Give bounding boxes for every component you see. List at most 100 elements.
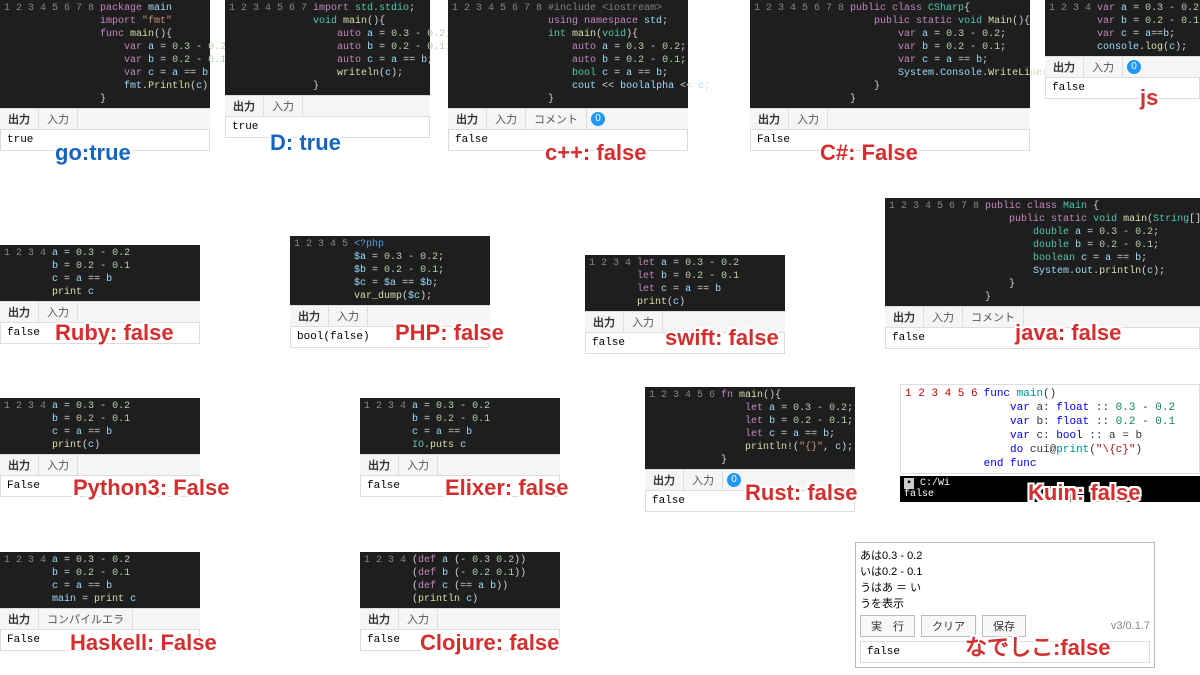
code-editor: 1 2 3 4var a = 0.3 - 0.2; var b = 0.2 - …	[1045, 0, 1200, 56]
result-label-elixir: Elixer: false	[445, 475, 569, 501]
result-label-d: D: true	[270, 130, 341, 156]
comment-badge: 0	[727, 473, 741, 487]
code-panel-go: 1 2 3 4 5 6 7 8package main import "fmt"…	[0, 0, 210, 151]
tab-in[interactable]: 入力	[39, 302, 78, 322]
tab-out[interactable]: 出力	[585, 312, 624, 332]
source-code: a = 0.3 - 0.2 b = 0.2 - 0.1 c = a == b I…	[412, 400, 496, 452]
version-label: v3/0.1.7	[1111, 620, 1150, 632]
output-tabs: 出力入力	[750, 108, 1030, 129]
tab-out[interactable]: 出力	[0, 609, 39, 629]
source-code[interactable]: あは0.3 - 0.2 いは0.2 - 0.1 うはあ ＝ い うを表示	[860, 547, 1150, 611]
tab-out[interactable]: 出力	[750, 109, 789, 129]
line-gutter: 1 2 3 4	[0, 400, 52, 452]
code-editor: 1 2 3 4a = 0.3 - 0.2 b = 0.2 - 0.1 c = a…	[0, 398, 200, 454]
source-code: fn main(){ let a = 0.3 - 0.2; let b = 0.…	[721, 389, 859, 467]
line-gutter: 1 2 3 4 5 6	[645, 389, 721, 467]
line-gutter: 1 2 3 4 5 6 7 8	[448, 2, 548, 106]
result-label-php: PHP: false	[395, 320, 504, 346]
tab-out[interactable]: 出力	[225, 96, 264, 116]
tab-in[interactable]: 入力	[39, 455, 78, 475]
result-label-nadesiko: なでしこ:false	[965, 630, 1110, 662]
line-gutter: 1 2 3 4	[1045, 2, 1097, 54]
code-editor: 1 2 3 4 5 6 7 8public class CSharp{ publ…	[750, 0, 1030, 108]
source-code: public class Main { public static void m…	[985, 200, 1200, 304]
output-tabs: 出力入力コメント 0	[448, 108, 688, 129]
line-gutter: 1 2 3 4 5 6 7 8	[885, 200, 985, 304]
tab-out[interactable]: 出力	[360, 609, 399, 629]
tab-in[interactable]: 入力	[924, 307, 963, 327]
output-tabs: 出力入力	[0, 454, 200, 475]
tab-in[interactable]: 入力	[789, 109, 828, 129]
source-code: import std.stdio; void main(){ auto a = …	[313, 2, 457, 93]
tab-in[interactable]: 入力	[329, 306, 368, 326]
code-editor: 1 2 3 4(def a (- 0.3 0.2)) (def b (- 0.2…	[360, 552, 560, 608]
tab-out[interactable]: 出力	[448, 109, 487, 129]
tab-in[interactable]: 入力	[487, 109, 526, 129]
comment-badge: 0	[591, 112, 605, 126]
line-gutter: 1 2 3 4 5 6 7 8	[750, 2, 850, 106]
source-code: #include <iostream> using namespace std;…	[548, 2, 716, 106]
tab-out[interactable]: 出力	[360, 455, 399, 475]
result-label-ruby: Ruby: false	[55, 320, 174, 346]
result-label-haskell: Haskell: False	[70, 630, 217, 656]
code-editor: 1 2 3 4 5 6 7 8public class Main { publi…	[885, 198, 1200, 306]
line-gutter: 1 2 3 4 5 6 7	[225, 2, 313, 93]
tab-out[interactable]: 出力	[0, 302, 39, 322]
run-button[interactable]: 実 行	[860, 615, 915, 637]
source-code: let a = 0.3 - 0.2 let b = 0.2 - 0.1 let …	[637, 257, 745, 309]
output-tabs: 出力入力	[0, 108, 210, 129]
code-editor: 1 2 3 4a = 0.3 - 0.2 b = 0.2 - 0.1 c = a…	[0, 552, 200, 608]
tab-out[interactable]: 出力	[885, 307, 924, 327]
code-panel-csharp: 1 2 3 4 5 6 7 8public class CSharp{ publ…	[750, 0, 1030, 151]
code-editor: 1 2 3 4 5 6 7 8#include <iostream> using…	[448, 0, 688, 108]
source-code: var a = 0.3 - 0.2; var b = 0.2 - 0.1; va…	[1097, 2, 1200, 54]
tab-comment[interactable]: コメント	[526, 109, 587, 129]
output-tabs: 出力コンパイルエラ	[0, 608, 200, 629]
source-code: (def a (- 0.3 0.2)) (def b (- 0.2 0.1)) …	[412, 554, 532, 606]
source-code: <?php $a = 0.3 - 0.2; $b = 0.2 - 0.1; $c…	[354, 238, 450, 303]
comment-badge: 0	[1127, 60, 1141, 74]
code-editor: 1 2 3 4a = 0.3 - 0.2 b = 0.2 - 0.1 c = a…	[360, 398, 560, 454]
source-code: a = 0.3 - 0.2 b = 0.2 - 0.1 c = a == b p…	[52, 247, 136, 299]
tab-in[interactable]: 入力	[399, 455, 438, 475]
code-editor: 1 2 3 4 5 6 7 8package main import "fmt"…	[0, 0, 210, 108]
line-gutter: 1 2 3 4 5 6	[901, 387, 984, 471]
tab-in[interactable]: 入力	[264, 96, 303, 116]
output-tabs: 出力入力	[0, 301, 200, 322]
console-output: false	[904, 489, 934, 500]
result-label-rust: Rust: false	[745, 480, 857, 506]
tab-in[interactable]: 入力	[39, 109, 78, 129]
output-tabs: 出力入力	[360, 454, 560, 475]
source-code: public class CSharp{ public static void …	[850, 2, 1072, 106]
code-panel-d: 1 2 3 4 5 6 7import std.stdio; void main…	[225, 0, 430, 138]
tab-out[interactable]: 出力	[1045, 57, 1084, 77]
result-label-cpp: c++: false	[545, 140, 647, 166]
tab-in[interactable]: 入力	[684, 470, 723, 490]
source-code: package main import "fmt" func main(){ v…	[100, 2, 232, 106]
tab-in[interactable]: 入力	[624, 312, 663, 332]
result-label-java: java: false	[1015, 320, 1121, 346]
tab-in[interactable]: 入力	[399, 609, 438, 629]
output-tabs: 出力入力	[225, 95, 430, 116]
output-tabs: 出力入力 0	[1045, 56, 1200, 77]
tab-out[interactable]: 出力	[645, 470, 684, 490]
tab-compile[interactable]: コンパイルエラ	[39, 609, 133, 629]
result-label-csharp: C#: False	[820, 140, 918, 166]
code-panel-js: 1 2 3 4var a = 0.3 - 0.2; var b = 0.2 - …	[1045, 0, 1200, 99]
code-editor: 1 2 3 4 5 6fn main(){ let a = 0.3 - 0.2;…	[645, 387, 855, 469]
tab-out[interactable]: 出力	[290, 306, 329, 326]
code-editor: 1 2 3 4let a = 0.3 - 0.2 let b = 0.2 - 0…	[585, 255, 785, 311]
line-gutter: 1 2 3 4 5 6 7 8	[0, 2, 100, 106]
line-gutter: 1 2 3 4	[360, 400, 412, 452]
tab-in[interactable]: 入力	[1084, 57, 1123, 77]
result-label-swift: swift: false	[665, 325, 779, 351]
line-gutter: 1 2 3 4 5	[290, 238, 354, 303]
code-editor: 1 2 3 4 5<?php $a = 0.3 - 0.2; $b = 0.2 …	[290, 236, 490, 305]
tab-out[interactable]: 出力	[0, 455, 39, 475]
line-gutter: 1 2 3 4	[360, 554, 412, 606]
output-text: false	[1045, 77, 1200, 99]
line-gutter: 1 2 3 4	[585, 257, 637, 309]
result-label-js: js	[1140, 85, 1158, 111]
source-code: a = 0.3 - 0.2 b = 0.2 - 0.1 c = a == b p…	[52, 400, 136, 452]
tab-out[interactable]: 出力	[0, 109, 39, 129]
